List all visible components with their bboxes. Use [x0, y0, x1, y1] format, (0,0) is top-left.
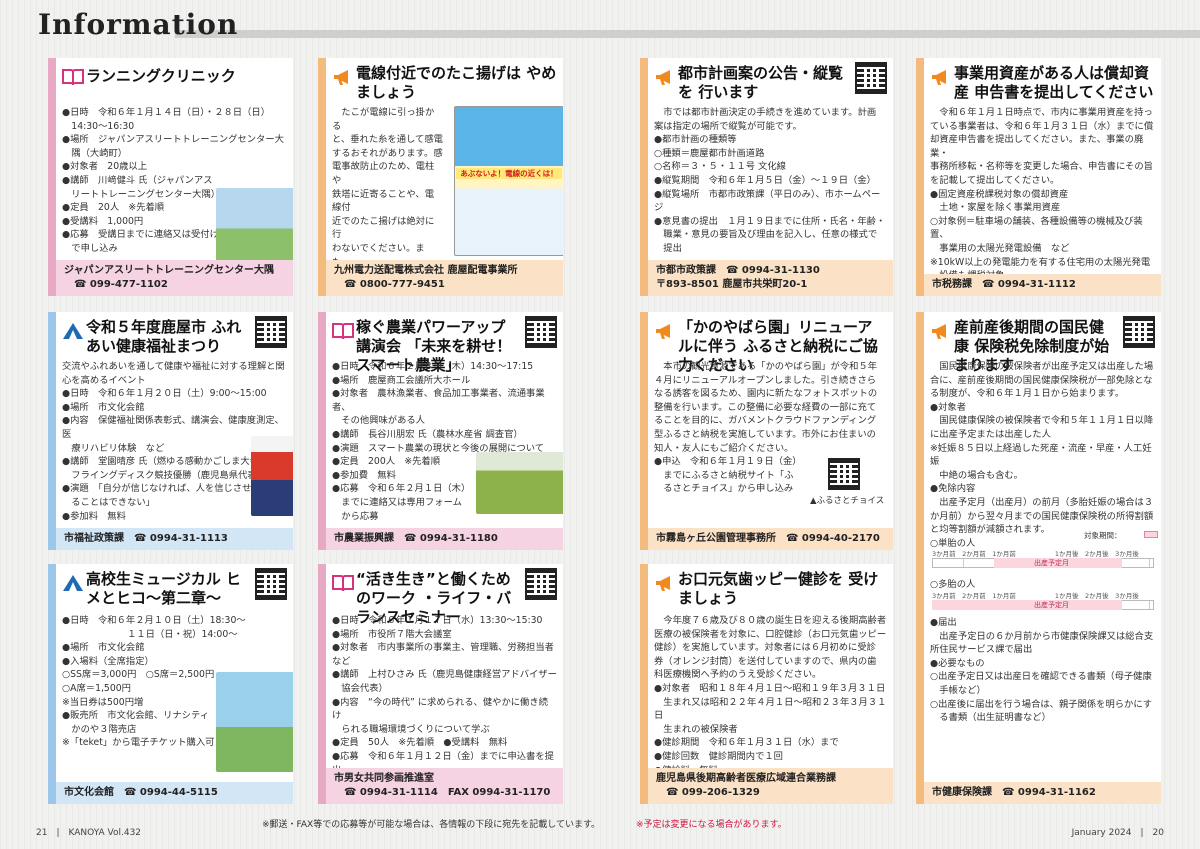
megaphone-icon	[334, 70, 348, 85]
tent-icon	[63, 323, 83, 339]
qr-code[interactable]	[525, 568, 557, 600]
card-body: 今年度７６歳及び８０歳の誕生日を迎える後期高齢者 医療の被保険者を対象に、口腔健…	[654, 615, 887, 776]
card-contact: 市都市政策課 ☎ 0994-31-1130 〒893-8501 鹿屋市共栄町20…	[648, 260, 893, 296]
page-title: Information	[38, 8, 239, 41]
book-icon	[332, 575, 354, 592]
card-welfare-festival: 令和５年度鹿屋市 ふれあい健康福祉まつり 交流やふれあいを通して健康や福祉に対す…	[48, 312, 293, 550]
musical-poster	[216, 672, 293, 772]
megaphone-icon	[932, 70, 946, 85]
card-contact: 市男女共同参画推進室 ☎ 0994-31-1114 FAX 0994-31-11…	[326, 768, 563, 804]
card-contact: 市健康保険課 ☎ 0994-31-1162	[924, 782, 1161, 804]
card-body: 令和６年１月１日時点で、市内に事業用資産を持っ ている事業者は、令和６年１月３１…	[930, 107, 1154, 281]
qr-code[interactable]	[255, 568, 287, 600]
tent-icon	[63, 575, 83, 591]
single-timeline-label: 出産予定月	[1034, 559, 1069, 567]
card-work-life-balance: “活き生き”と働くためのワーク ・ライフ・バランスセミナー ●日時 令和６年１月…	[318, 564, 563, 804]
card-health-insurance-exemption: 産前産後期間の国民健康 保険税免除制度が始まります 国民健康保険の被保険者が出産…	[916, 312, 1161, 804]
card-title: 電線付近でのたこ揚げは やめましょう	[356, 64, 557, 101]
multi-timeline-label: 出産予定月	[1034, 601, 1069, 609]
qr-code[interactable]	[525, 316, 557, 348]
multi-timeline-axis: 3か月前 2か月前 1か月前 1か月後 2か月後 3か月後	[932, 592, 1139, 600]
book-icon	[332, 323, 354, 340]
page-footer: 21 | KANOYA Vol.432 ※郵送・FAX等での応募等が可能な場合は…	[0, 814, 1200, 849]
card-running-clinic: ランニングクリニック ●日時 令和６年１月１４日（日）・２８日（日） 14:30…	[48, 58, 293, 296]
card-rose-garden: 「かのやばら園」リニューアルに伴う ふるさと納税にご協力ください 本市の観光資源…	[640, 312, 893, 550]
book-icon	[62, 69, 84, 86]
footer-note-left: ※郵送・FAX等での応募等が可能な場合は、各情報の下段に宛先を記載しています。	[262, 820, 601, 830]
card-contact: 鹿児島県後期高齢者医療広域連合業務課 ☎ 099-206-1329	[648, 768, 893, 804]
furusato-qr-code[interactable]	[828, 458, 860, 490]
multi-timeline-highlight	[932, 600, 1122, 610]
kite-poster-image	[454, 106, 563, 256]
card-city-planning: 都市計画案の公告・縦覧を 行います 市では都市計画決定の手続きを進めています。計…	[640, 58, 893, 296]
card-contact: 市文化会館 ☎ 0994-44-5115	[56, 782, 293, 804]
card-contact: ジャパンアスリートトレーニングセンター大隅 ☎ 099-477-1102	[56, 260, 293, 296]
megaphone-icon	[656, 576, 670, 591]
card-contact: 市税務課 ☎ 0994-31-1112	[924, 274, 1161, 296]
card-contact: 市霧島ヶ丘公園管理事務所 ☎ 0994-40-2170	[648, 528, 893, 550]
wheelchair-photo	[251, 436, 293, 516]
footer-note-right: ※予定は変更になる場合があります。	[636, 820, 787, 830]
qr-code[interactable]	[855, 62, 887, 94]
poster-caption: あぶないよ！電線の近くは！	[456, 168, 562, 179]
card-smart-agriculture: 稼ぐ農業パワーアップ講演会 「未来を耕せ！スマート農業」 ●日時 令和６年２月８…	[318, 312, 563, 550]
card-musical: 高校生ミュージカル ヒメとヒコ～第二章～ ●日時 令和６年２月１０日（土）18:…	[48, 564, 293, 804]
card-title: 令和５年度鹿屋市 ふれあい健康福祉まつり	[86, 318, 242, 355]
drone-field-photo	[476, 452, 563, 514]
card-title: 高校生ミュージカル ヒメとヒコ～第二章～	[86, 570, 241, 607]
header-bar	[175, 30, 1200, 38]
card-contact: 九州電力送配電株式会社 鹿屋配電事業所 ☎ 0800-777-9451	[326, 260, 563, 296]
runners-photo	[216, 188, 293, 262]
card-title: 都市計画案の公告・縦覧を 行います	[678, 64, 844, 101]
card-body-extra: ●届出 出産予定日の６か月前から市健康保険課又は総合支 所住民サービス課で届出 …	[930, 617, 1154, 724]
card-body: 市では都市計画決定の手続きを進めています。計画 案は指定の場所で縦覧が可能です。…	[654, 107, 886, 254]
card-contact: 市農業振興課 ☎ 0994-31-1180	[326, 528, 563, 550]
card-title: お口元気歯ッピー健診を 受けましょう	[678, 570, 879, 607]
page-number-right: January 2024 | 20	[1071, 828, 1164, 838]
card-oral-health-checkup: お口元気歯ッピー健診を 受けましょう 今年度７６歳及び８０歳の誕生日を迎える後期…	[640, 564, 893, 804]
card-depreciable-assets: 事業用資産がある人は償却資産 申告書を提出してください 令和６年１月１日時点で、…	[916, 58, 1161, 296]
megaphone-icon	[656, 70, 670, 85]
page-header: Information	[0, 0, 1200, 46]
timeline-legend-swatch	[1144, 531, 1158, 538]
timeline-legend: 対象期間：	[1084, 531, 1122, 540]
single-timeline-axis: 3か月前 2か月前 1か月前 1か月後 2か月後 3か月後	[932, 550, 1139, 558]
card-title: 事業用資産がある人は償却資産 申告書を提出してください	[954, 64, 1154, 101]
megaphone-icon	[932, 324, 946, 339]
page-number-left: 21 | KANOYA Vol.432	[36, 828, 142, 838]
card-title: ランニングクリニック	[86, 67, 236, 85]
qr-code[interactable]	[255, 316, 287, 348]
qr-code[interactable]	[1123, 316, 1155, 348]
megaphone-icon	[656, 324, 670, 339]
qr-caption: ▲ふるさとチョイス	[810, 496, 885, 506]
card-kite-warning: 電線付近でのたこ揚げは やめましょう たこが電線に引っ掛かる と、垂れた糸を通し…	[318, 58, 563, 296]
card-contact: 市福祉政策課 ☎ 0994-31-1113	[56, 528, 293, 550]
